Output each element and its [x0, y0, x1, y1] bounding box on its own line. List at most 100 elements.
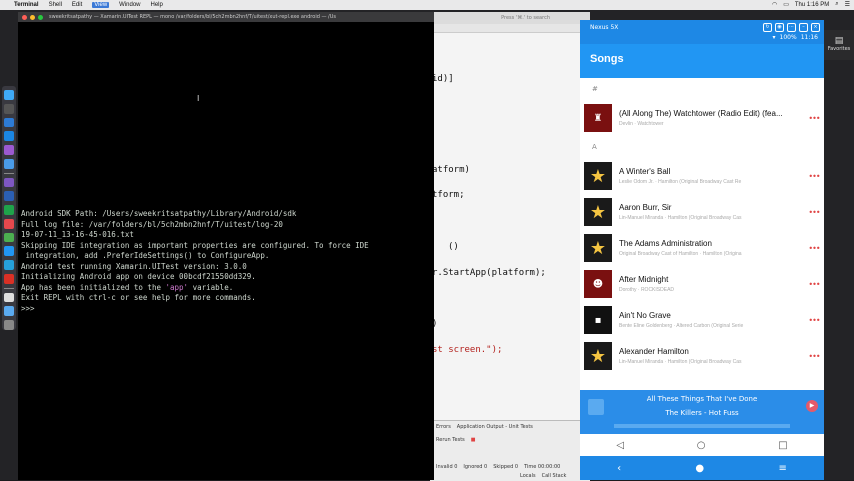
list-item[interactable]: ▪ Ain't No Grave Bente Eline Goldenberg … [580, 302, 824, 338]
menu-shell[interactable]: Shell [49, 2, 62, 8]
finder-icon[interactable] [4, 90, 14, 100]
more-options-icon[interactable]: ••• [804, 316, 824, 325]
errors-tab[interactable]: Errors [436, 424, 451, 430]
list-item[interactable]: ★ A Winter's Ball Leslie Odom Jr. · Hami… [580, 158, 824, 194]
locals-tab[interactable]: Locals [520, 473, 536, 479]
ide-window: Press '⌘.' to search id)] atform) tform;… [430, 12, 590, 481]
terminal-line: Android test running Xamarin.UITest vers… [21, 261, 247, 271]
downloads-folder-icon[interactable] [4, 306, 14, 317]
rerun-tests-button[interactable]: Rerun Tests [436, 437, 465, 443]
more-options-icon[interactable]: ••• [804, 172, 824, 181]
menu-app-name[interactable]: Terminal [14, 2, 39, 8]
emulator-screenshot-icon[interactable]: ◉ [775, 23, 784, 32]
launchpad-icon[interactable] [4, 103, 14, 114]
wifi-icon: ▾ [772, 34, 776, 41]
skype-icon[interactable] [4, 260, 14, 270]
list-item[interactable]: ♜ (All Along The) Watchtower (Radio Edit… [580, 100, 824, 136]
calendar-icon[interactable] [4, 273, 14, 284]
menu-help[interactable]: Help [151, 2, 163, 8]
play-pause-icon[interactable]: ▶ [806, 400, 818, 412]
song-subtitle: Original Broadway Cast of Hamilton · Ham… [619, 251, 742, 257]
album-art: ★ [584, 198, 612, 226]
folder-icon: ▤ [834, 36, 844, 46]
section-header: # [592, 85, 598, 93]
stat-invalid: Invalid 0 [436, 464, 458, 470]
menu-view[interactable]: View [92, 2, 110, 8]
appstore-icon[interactable] [4, 117, 14, 128]
powerpoint-icon[interactable] [4, 218, 14, 229]
now-playing-bar[interactable]: All These Things That I've Done The Kill… [580, 390, 824, 434]
ide-search-field[interactable]: Press '⌘.' to search [501, 15, 550, 21]
terminal-line: App has been initialized to the 'app' va… [21, 282, 234, 292]
xcode-icon[interactable] [4, 158, 14, 169]
clock[interactable]: Thu 1:16 PM [795, 2, 829, 8]
call-stack-tab[interactable]: Call Stack [542, 473, 567, 479]
back-icon[interactable]: ◁ [616, 440, 624, 451]
list-item[interactable]: ★ The Adams Administration Original Broa… [580, 230, 824, 266]
code-line: atform) [432, 165, 470, 175]
song-subtitle: Bente Eline Goldenberg · Altered Carbon … [619, 323, 744, 329]
stat-ignored: Ignored 0 [463, 464, 488, 470]
terminal-window: sweekritsatpathy — Xamarin.UITest REPL —… [18, 12, 434, 480]
battery-icon[interactable]: ▭ [783, 1, 789, 8]
now-playing-title: All These Things That I've Done [646, 395, 758, 403]
stop-icon[interactable]: ■ [471, 437, 476, 443]
list-item[interactable]: ★ Alexander Hamilton Lin-Manuel Miranda … [580, 338, 824, 374]
song-title: A Winter's Ball [619, 167, 671, 176]
minimize-icon[interactable] [30, 14, 35, 20]
android-emulator: Nexus 5X ↻ ◉ ⋯ – × ▾ 100% 11:16 Songs # … [580, 20, 824, 480]
album-art: ♜ [584, 104, 612, 132]
outlook-icon[interactable] [4, 246, 14, 257]
app-output-tab[interactable]: Application Output - Unit Tests [457, 424, 533, 430]
more-options-icon[interactable]: ••• [804, 208, 824, 217]
zoom-icon[interactable] [38, 14, 43, 20]
list-item[interactable]: ★ Aaron Burr, Sir Lin-Manuel Miranda · H… [580, 194, 824, 230]
song-list[interactable]: # ♜ (All Along The) Watchtower (Radio Ed… [580, 78, 824, 390]
visualstudio-icon[interactable] [4, 145, 14, 155]
progress-bar[interactable] [614, 424, 790, 428]
word-icon[interactable] [4, 191, 14, 202]
emulator-close-icon[interactable]: × [811, 23, 820, 32]
emulator-menu-icon[interactable]: ⋯ [787, 23, 796, 32]
more-options-icon[interactable]: ••• [804, 280, 824, 289]
safari-icon[interactable] [4, 131, 14, 142]
menu-list-icon[interactable]: ☰ [845, 1, 850, 8]
terminal-prompt[interactable]: >>> [21, 304, 369, 315]
more-options-icon[interactable]: ••• [804, 244, 824, 253]
close-icon[interactable] [22, 14, 27, 20]
status-time: 11:16 [800, 34, 818, 41]
documents-folder-icon[interactable] [4, 292, 14, 303]
terminal-output[interactable]: Android SDK Path: /Users/sweekritsatpath… [21, 209, 369, 314]
section-header: A [592, 143, 597, 151]
now-playing-artist: The Killers - Hot Fuss [665, 409, 739, 417]
emulator-back-icon[interactable]: ‹ [617, 463, 621, 474]
song-subtitle: Dorothy · ROCKISDEAD [619, 287, 675, 293]
emulator-menu-icon[interactable]: ≡ [778, 463, 786, 474]
home-icon[interactable]: ○ [697, 440, 706, 451]
recents-icon[interactable]: □ [778, 440, 787, 451]
album-art: ★ [584, 342, 612, 370]
favorites-shortcut[interactable]: ▤ Favorites [824, 30, 854, 60]
more-options-icon[interactable]: ••• [804, 114, 824, 123]
menu-edit[interactable]: Edit [72, 2, 82, 8]
more-options-icon[interactable]: ••• [804, 352, 824, 361]
terminal-line: Full log file: /var/folders/bl/5ch2mbn2h… [21, 219, 283, 229]
terminal-line: integration, add .PreferIdeSettings() to… [21, 251, 270, 260]
terminal-line: Exit REPL with ctrl-c or see help for mo… [21, 293, 256, 302]
list-item[interactable]: ☻ After Midnight Dorothy · ROCKISDEAD ••… [580, 266, 824, 302]
emulator-minimize-icon[interactable]: – [799, 23, 808, 32]
emulator-home-icon[interactable]: ● [695, 463, 704, 474]
wifi-icon[interactable]: ◠ [772, 1, 777, 8]
stat-time: Time 00:00:00 [524, 464, 561, 470]
emulator-rotate-icon[interactable]: ↻ [763, 23, 772, 32]
excel-icon[interactable] [4, 205, 14, 215]
ide-titlebar: Press '⌘.' to search [430, 12, 590, 24]
text-cursor-icon: I [197, 94, 200, 103]
trash-icon[interactable] [4, 320, 14, 330]
search-icon[interactable]: ⌕ [835, 1, 838, 8]
vs-purple-icon[interactable] [4, 177, 14, 188]
chrome-icon[interactable] [4, 232, 14, 243]
album-art: ★ [584, 162, 612, 190]
menu-window[interactable]: Window [119, 2, 140, 8]
terminal-titlebar: sweekritsatpathy — Xamarin.UITest REPL —… [18, 12, 434, 22]
